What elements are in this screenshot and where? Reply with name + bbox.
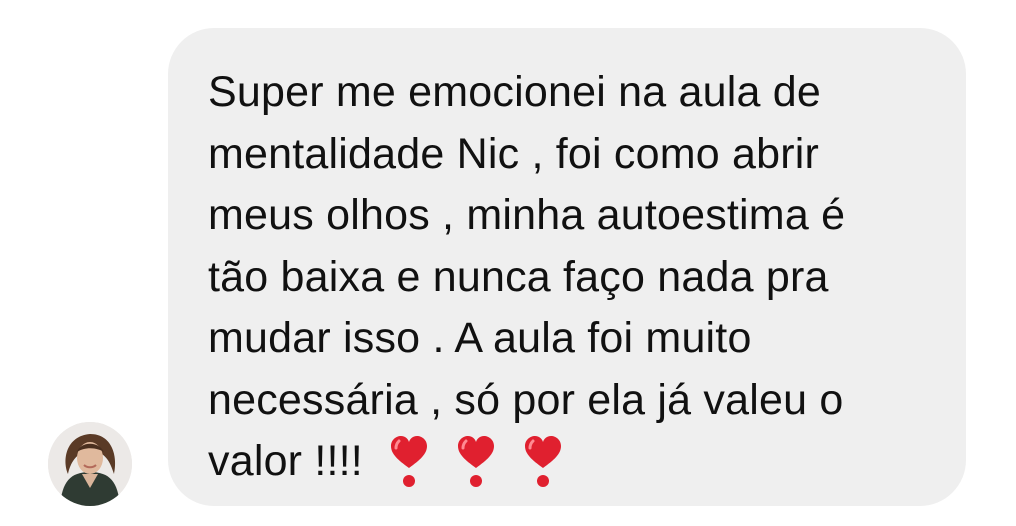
heart-exclamation-icon (456, 435, 496, 489)
message-line: Super me emocionei na aula de (208, 68, 821, 116)
message-bubble[interactable]: Super me emocionei na aula de mentalidad… (168, 28, 966, 506)
message-last-line: valor !!!! (208, 431, 936, 507)
sender-avatar[interactable] (48, 422, 132, 506)
avatar-photo (48, 422, 132, 506)
message-line: mudar isso . A aula foi muito (208, 314, 752, 362)
heart-exclamation-icon (523, 435, 563, 489)
heart-emoji-group (389, 435, 590, 507)
message-line: necessária , só por ela já valeu o (208, 375, 844, 424)
message-line: valor !!!! (208, 437, 363, 485)
message-text: Super me emocionei na aula de mentalidad… (208, 62, 936, 507)
message-line: tão baixa e nunca faço nada pra (208, 252, 829, 301)
message-line: meus olhos , minha autoestima é (208, 191, 846, 239)
message-line: mentalidade Nic , foi como abrir (208, 129, 820, 178)
heart-exclamation-icon (389, 435, 429, 489)
